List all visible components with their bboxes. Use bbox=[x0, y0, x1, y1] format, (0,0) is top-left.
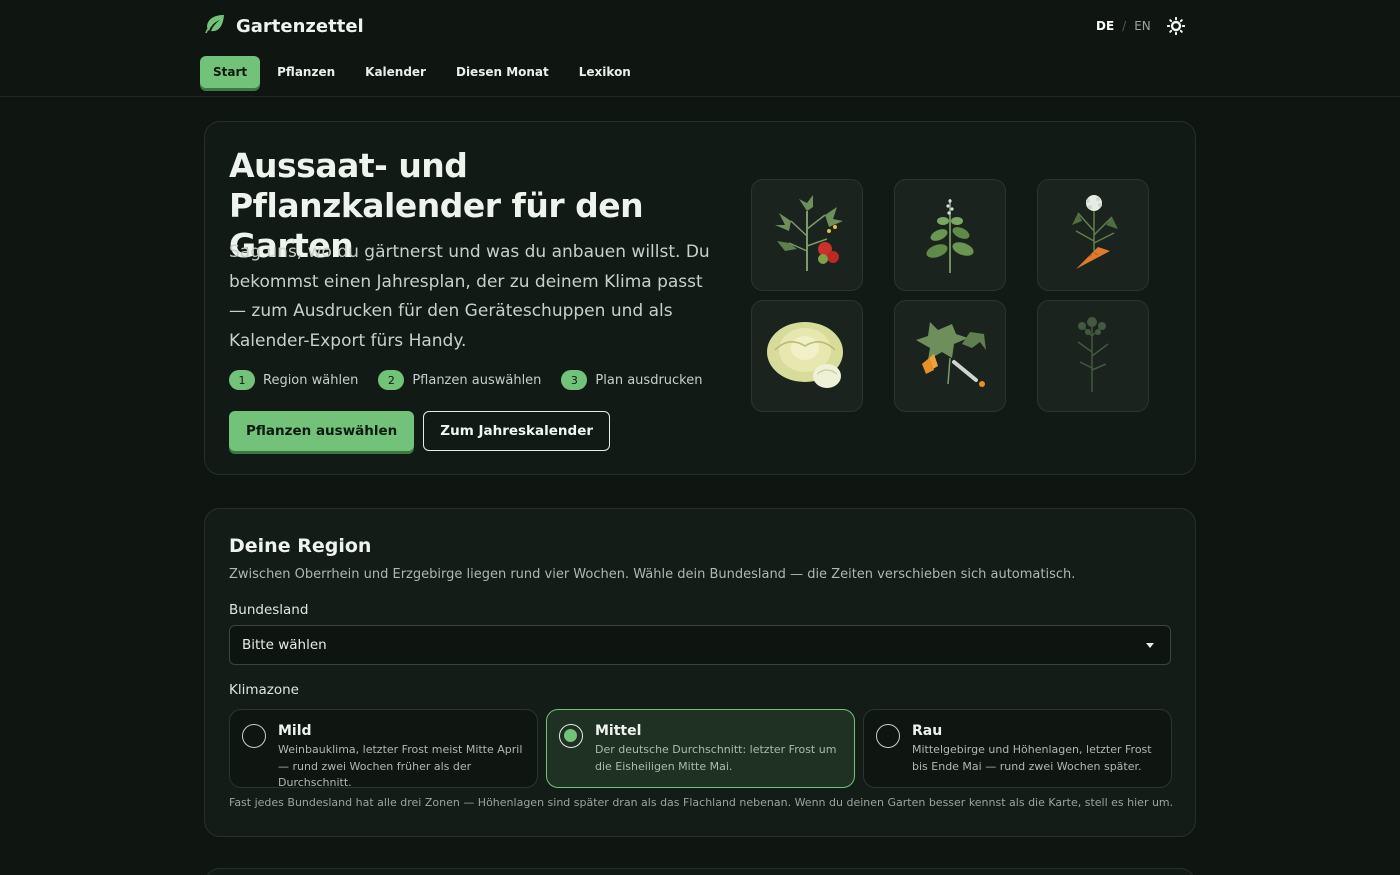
brand-name: Gartenzettel bbox=[236, 15, 364, 37]
zone-label: Klimazone bbox=[229, 682, 299, 698]
zone-desc: Der deutsche Durchschnitt: letzter Frost… bbox=[595, 743, 837, 773]
state-select[interactable]: Bitte wählen bbox=[229, 625, 1171, 665]
tile-dill bbox=[1037, 300, 1149, 412]
step-item: 3 Plan ausdrucken bbox=[561, 370, 702, 390]
select-plants-button[interactable]: Pflanzen auswählen bbox=[229, 411, 415, 451]
step-item: 2 Pflanzen auswählen bbox=[378, 370, 541, 390]
radio-mild[interactable] bbox=[242, 724, 266, 748]
basil-plant-icon bbox=[915, 191, 985, 279]
carrot-plant-icon bbox=[1058, 191, 1128, 279]
tile-zucchini bbox=[894, 300, 1006, 412]
tile-tomato bbox=[751, 179, 863, 291]
tile-basil bbox=[894, 179, 1006, 291]
zone-title: Mild bbox=[278, 723, 312, 739]
dill-plant-icon bbox=[1058, 312, 1128, 400]
theme-toggle-button[interactable] bbox=[1164, 16, 1188, 40]
zone-option-mittel[interactable]: Mittel Der deutsche Durchschnitt: letzte… bbox=[546, 709, 855, 788]
step-number: 3 bbox=[561, 370, 588, 390]
radio-rau[interactable] bbox=[876, 724, 900, 748]
hero-card: Aussaat- und Pflanzkalender für den Gart… bbox=[204, 121, 1196, 475]
climate-zones: Mild Weinbauklima, letzter Frost meist M… bbox=[229, 709, 1172, 789]
cabbage-icon bbox=[765, 316, 849, 396]
tile-cabbage bbox=[751, 300, 863, 412]
hero-lead: Sag uns, wo du gärtnerst und was du anba… bbox=[229, 242, 710, 351]
nav-kalender[interactable]: Kalender bbox=[352, 56, 439, 88]
brand[interactable]: Gartenzettel bbox=[204, 14, 364, 38]
state-select-value: Bitte wählen bbox=[242, 637, 327, 653]
top-bar: Gartenzettel DE / EN Start Pflanzen Kale… bbox=[0, 0, 1400, 97]
step-label: Plan ausdrucken bbox=[595, 372, 703, 388]
next-section-card bbox=[204, 868, 1196, 875]
step-label: Pflanzen auswählen bbox=[412, 372, 542, 388]
zone-title: Mittel bbox=[595, 723, 642, 739]
sun-icon bbox=[1166, 16, 1186, 39]
radio-mittel[interactable] bbox=[559, 724, 583, 748]
step-number: 2 bbox=[378, 370, 405, 390]
lang-separator: / bbox=[1122, 19, 1127, 33]
tomato-plant-icon bbox=[767, 191, 847, 279]
state-label: Bundesland bbox=[229, 602, 309, 618]
lang-de[interactable]: DE bbox=[1096, 19, 1114, 33]
zone-desc: Mittelgebirge und Höhenlagen, letzter Fr… bbox=[912, 743, 1152, 773]
zone-option-rau[interactable]: Rau Mittelgebirge und Höhenlagen, letzte… bbox=[863, 709, 1172, 788]
year-calendar-button[interactable]: Zum Jahreskalender bbox=[423, 411, 611, 451]
hero-actions: Pflanzen auswählen Zum Jahreskalender bbox=[229, 411, 611, 451]
region-card: Deine Region Zwischen Oberrhein und Erzg… bbox=[204, 508, 1196, 837]
zone-note: Fast jedes Bundesland hat alle drei Zone… bbox=[229, 796, 1174, 809]
nav-pflanzen[interactable]: Pflanzen bbox=[264, 56, 348, 88]
main-nav: Start Pflanzen Kalender Diesen Monat Lex… bbox=[200, 56, 648, 88]
nav-start[interactable]: Start bbox=[200, 56, 261, 88]
plant-tiles bbox=[751, 179, 1149, 412]
step-label: Region wählen bbox=[263, 372, 359, 388]
lang-en[interactable]: EN bbox=[1134, 19, 1151, 33]
step-number: 1 bbox=[229, 370, 255, 390]
zucchini-plant-icon bbox=[908, 314, 992, 398]
tile-carrot bbox=[1037, 179, 1149, 291]
zone-option-mild[interactable]: Mild Weinbauklima, letzter Frost meist M… bbox=[229, 709, 538, 789]
nav-lexikon[interactable]: Lexikon bbox=[566, 56, 644, 88]
nav-diesen-monat[interactable]: Diesen Monat bbox=[443, 56, 562, 88]
zone-desc: Weinbauklima, letzter Frost meist Mitte … bbox=[278, 743, 523, 789]
zone-title: Rau bbox=[912, 723, 943, 739]
region-title: Deine Region bbox=[229, 535, 372, 557]
leaf-logo-icon bbox=[204, 14, 226, 38]
step-item: 1 Region wählen bbox=[229, 370, 358, 390]
language-switcher: DE / EN bbox=[1096, 19, 1151, 33]
chevron-down-icon bbox=[1146, 643, 1154, 648]
steps: 1 Region wählen 2 Pflanzen auswählen 3 P… bbox=[229, 370, 702, 390]
region-intro: Zwischen Oberrhein und Erzgebirge liegen… bbox=[229, 567, 1076, 582]
